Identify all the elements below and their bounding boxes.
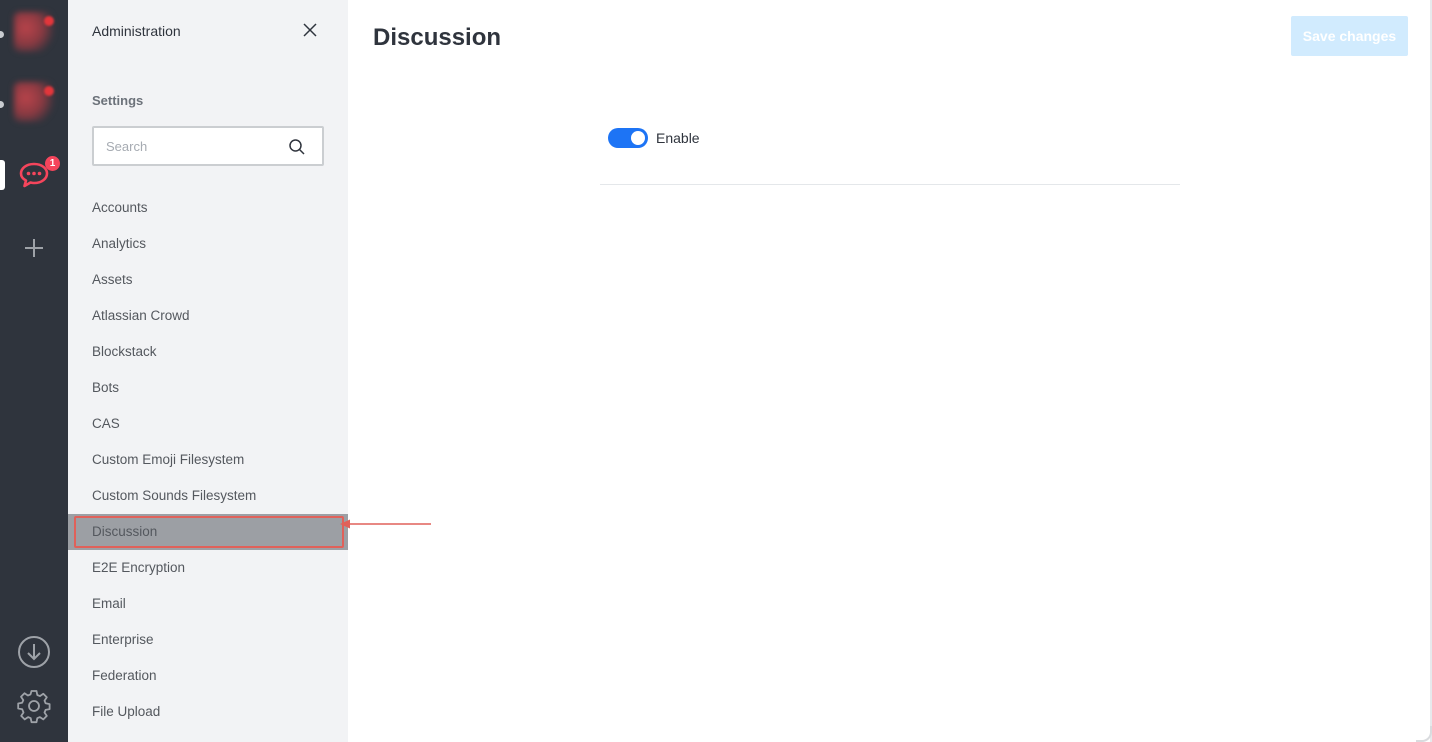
sidebar-item-file-upload[interactable]: File Upload (68, 694, 348, 730)
sidebar-item-bots[interactable]: Bots (68, 370, 348, 406)
sidebar-item-custom-sounds-filesystem[interactable]: Custom Sounds Filesystem (68, 478, 348, 514)
sidebar-item-assets[interactable]: Assets (68, 262, 348, 298)
sidebar-item-analytics[interactable]: Analytics (68, 226, 348, 262)
search-input[interactable] (106, 128, 286, 164)
active-server-indicator (0, 160, 5, 190)
sidebar-item-federation[interactable]: Federation (68, 658, 348, 694)
close-icon[interactable] (300, 20, 320, 40)
toggle-knob (631, 131, 645, 145)
settings-nav-list: Accounts Analytics Assets Atlassian Crow… (68, 190, 348, 730)
sidebar-item-custom-emoji-filesystem[interactable]: Custom Emoji Filesystem (68, 442, 348, 478)
settings-section-heading: Settings (92, 93, 144, 108)
sidebar-item-enterprise[interactable]: Enterprise (68, 622, 348, 658)
settings-search (92, 126, 324, 166)
sidebar-item-blockstack[interactable]: Blockstack (68, 334, 348, 370)
save-changes-button[interactable]: Save changes (1291, 16, 1408, 56)
sidebar-item-discussion[interactable]: Discussion (68, 514, 348, 550)
server-indicator-dot (0, 101, 4, 108)
enable-toggle[interactable] (608, 128, 648, 148)
sidebar-item-email[interactable]: Email (68, 586, 348, 622)
admin-sidebar: Administration Settings Accounts Analyti… (68, 0, 348, 742)
page-title: Discussion (373, 24, 502, 51)
sidebar-item-cas[interactable]: CAS (68, 406, 348, 442)
annotation-arrow-icon (340, 519, 431, 529)
sidebar-title: Administration (92, 23, 181, 39)
sidebar-item-accounts[interactable]: Accounts (68, 190, 348, 226)
enable-label: Enable (656, 130, 700, 146)
sidebar-item-atlassian-crowd[interactable]: Atlassian Crowd (68, 298, 348, 334)
add-server-icon[interactable] (16, 230, 52, 266)
workspace-rail: 1 (0, 0, 68, 742)
server-status-dot (44, 86, 54, 96)
server-avatar-1[interactable] (14, 12, 54, 52)
server-indicator-dot (0, 31, 4, 38)
settings-gear-icon[interactable] (16, 688, 52, 724)
sidebar-item-e2e-encryption[interactable]: E2E Encryption (68, 550, 348, 586)
download-icon[interactable] (16, 634, 52, 670)
server-avatar-2[interactable] (14, 82, 54, 122)
unread-badge: 1 (45, 156, 60, 171)
highlight-box (74, 516, 344, 548)
search-icon[interactable] (288, 138, 306, 156)
section-divider (600, 184, 1180, 185)
server-status-dot (44, 16, 54, 26)
